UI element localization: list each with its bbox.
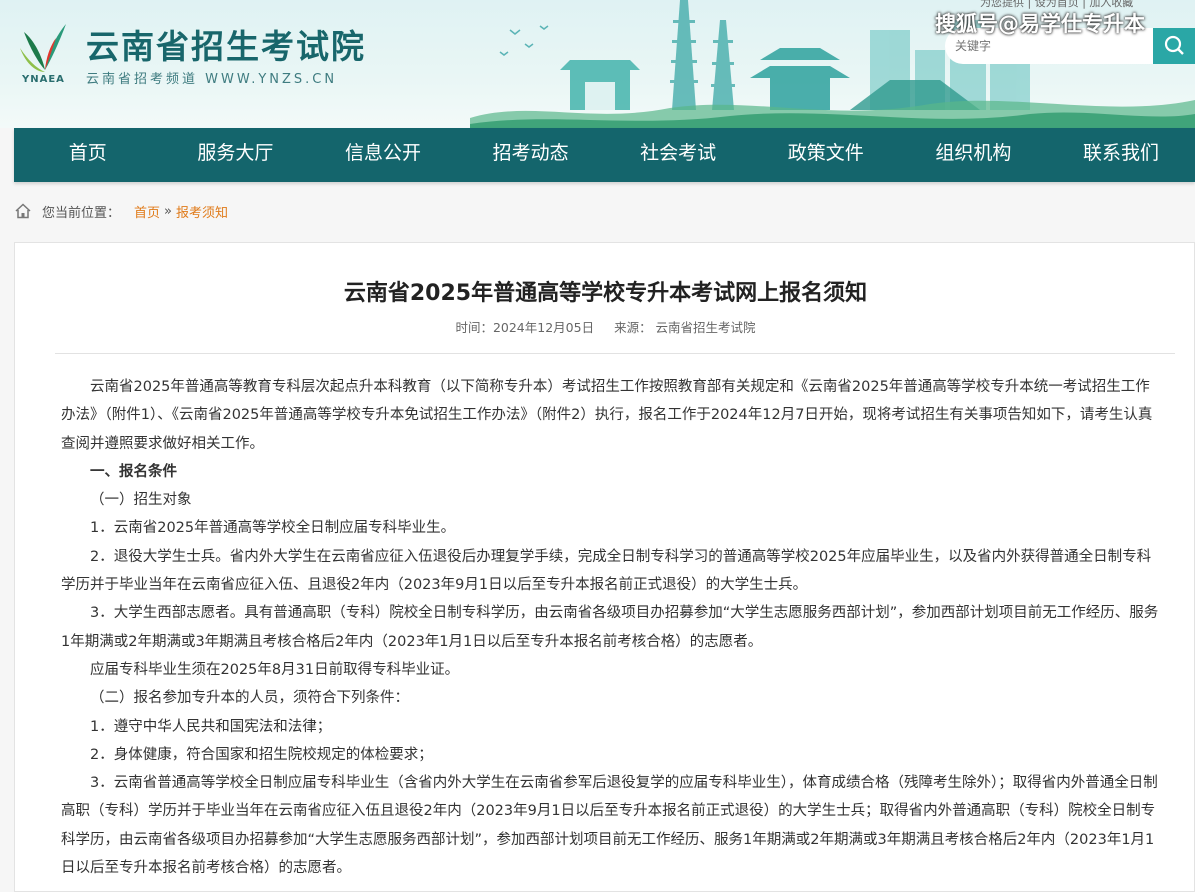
article-body: 云南省2025年普通高等教育专科层次起点升本科教育（以下简称专升本）考试招生工作… [61,373,1161,882]
article-source: 来源： 云南省招生考试院 [614,320,756,335]
paragraph: 2．退役大学生士兵。省内外大学生在云南省应征入伍退役后办理复学手续，完成全日制专… [61,548,1152,594]
nav-item-contact[interactable]: 联系我们 [1047,128,1195,182]
nav-item-news[interactable]: 招考动态 [457,128,605,182]
nav-item-info[interactable]: 信息公开 [309,128,457,182]
nav-item-service[interactable]: 服务大厅 [162,128,310,182]
site-title[interactable]: 云南省招生考试院 [86,20,366,68]
article-panel: 云南省2025年普通高等学校专升本考试网上报名须知 时间：2024年12月05日… [14,242,1195,892]
nav-item-home[interactable]: 首页 [14,128,162,182]
section-heading: 一、报名条件 [90,463,177,480]
breadcrumb-label: 您当前位置： [42,205,121,221]
paragraph: 3．大学生西部志愿者。具有普通高职（专科）院校全日制专科学历，由云南省各级项目办… [61,605,1159,650]
paragraph: 3．云南省普通高等学校全日制应届专科毕业生（含省内外大学生在云南省参军后退役复学… [61,775,1158,877]
breadcrumb-home-link[interactable]: 首页 [134,202,160,221]
breadcrumb-separator: » [164,203,172,219]
site-header: YNAEA 云南省招生考试院 云南省招考频道 WWW.YNZS.CN 为您提供 … [0,0,1195,128]
search-button[interactable] [1153,28,1195,64]
paragraph: （一）招生对象 [90,492,192,509]
search-input[interactable] [955,36,1145,56]
nav-item-org[interactable]: 组织机构 [900,128,1048,182]
watermark: 搜狐号@易学仕专升本 [935,12,1145,36]
search-icon [1164,35,1184,55]
breadcrumb-current-link[interactable]: 报考须知 [176,202,228,221]
article-title: 云南省2025年普通高等学校专升本考试网上报名须知 [343,281,868,306]
breadcrumb: 您当前位置： 首页 » 报考须知 [14,200,228,222]
main-nav: 首页 服务大厅 信息公开 招考动态 社会考试 政策文件 组织机构 联系我们 [14,128,1195,182]
paragraph: 2．身体健康，符合国家和招生院校规定的体检要求； [90,746,433,763]
divider [55,353,1175,354]
nav-item-policy[interactable]: 政策文件 [752,128,900,182]
nav-item-social-exam[interactable]: 社会考试 [604,128,752,182]
site-subtitle: 云南省招考频道 WWW.YNZS.CN [86,72,338,87]
paragraph: 应届专科毕业生须在2025年8月31日前取得专科毕业证。 [90,661,460,678]
paragraph: （二）报名参加专升本的人员，须符合下列条件： [90,690,409,707]
paragraph: 1．遵守中华人民共和国宪法和法律； [90,718,332,735]
home-icon [15,203,31,219]
article-meta: 时间：2024年12月05日 来源： 云南省招生考试院 [15,317,1195,336]
logo-abbrev: YNAEA [22,74,65,85]
paragraph: 1．云南省2025年普通高等学校全日制应届专科毕业生。 [90,520,456,537]
article-time: 时间：2024年12月05日 [455,320,595,335]
paragraph: 云南省2025年普通高等教育专科层次起点升本科教育（以下简称专升本）考试招生工作… [61,379,1153,452]
